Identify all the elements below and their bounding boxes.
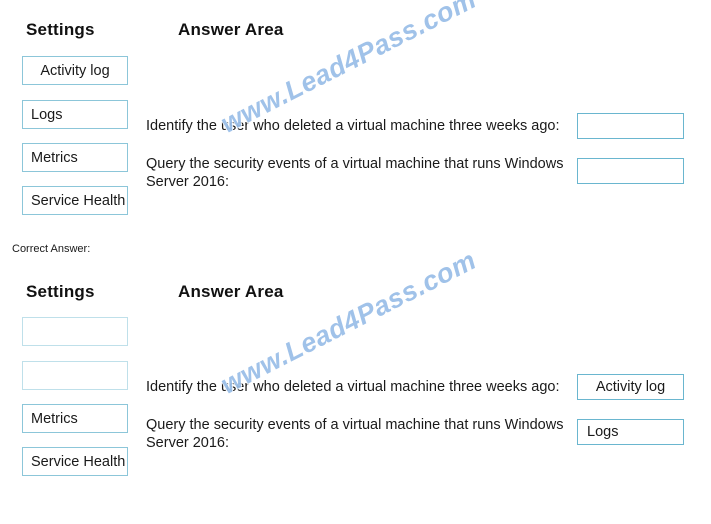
question-prompt-1: Identify the user who deleted a virtual …	[146, 118, 560, 134]
answer-settings-option-service-health[interactable]: Service Health	[22, 447, 128, 476]
question-settings-header: Settings	[26, 20, 95, 39]
question-settings-option-logs[interactable]: Logs	[22, 100, 128, 129]
answer-settings-header: Settings	[26, 282, 95, 301]
question-answer-dropzone-1[interactable]	[577, 113, 684, 139]
correct-answer-label: Correct Answer:	[12, 243, 91, 255]
question-answer-area-header: Answer Area	[178, 20, 284, 39]
answer-prompt-2: Query the security events of a virtual m…	[146, 417, 564, 451]
answer-settings-option-metrics[interactable]: Metrics	[22, 404, 128, 433]
question-settings-option-service-health[interactable]: Service Health	[22, 186, 128, 215]
question-settings-option-activity-log[interactable]: Activity log	[22, 56, 128, 85]
answer-settings-slot-2-empty[interactable]	[22, 361, 128, 390]
question-answer-dropzone-2[interactable]	[577, 158, 684, 184]
answer-dropzone-1-filled[interactable]: Activity log	[577, 374, 684, 400]
answer-answer-area-header: Answer Area	[178, 282, 284, 301]
answer-dropzone-2-filled[interactable]: Logs	[577, 419, 684, 445]
answer-settings-slot-1-empty[interactable]	[22, 317, 128, 346]
question-settings-option-metrics[interactable]: Metrics	[22, 143, 128, 172]
question-prompt-2: Query the security events of a virtual m…	[146, 156, 564, 190]
answer-prompt-1: Identify the user who deleted a virtual …	[146, 379, 560, 395]
